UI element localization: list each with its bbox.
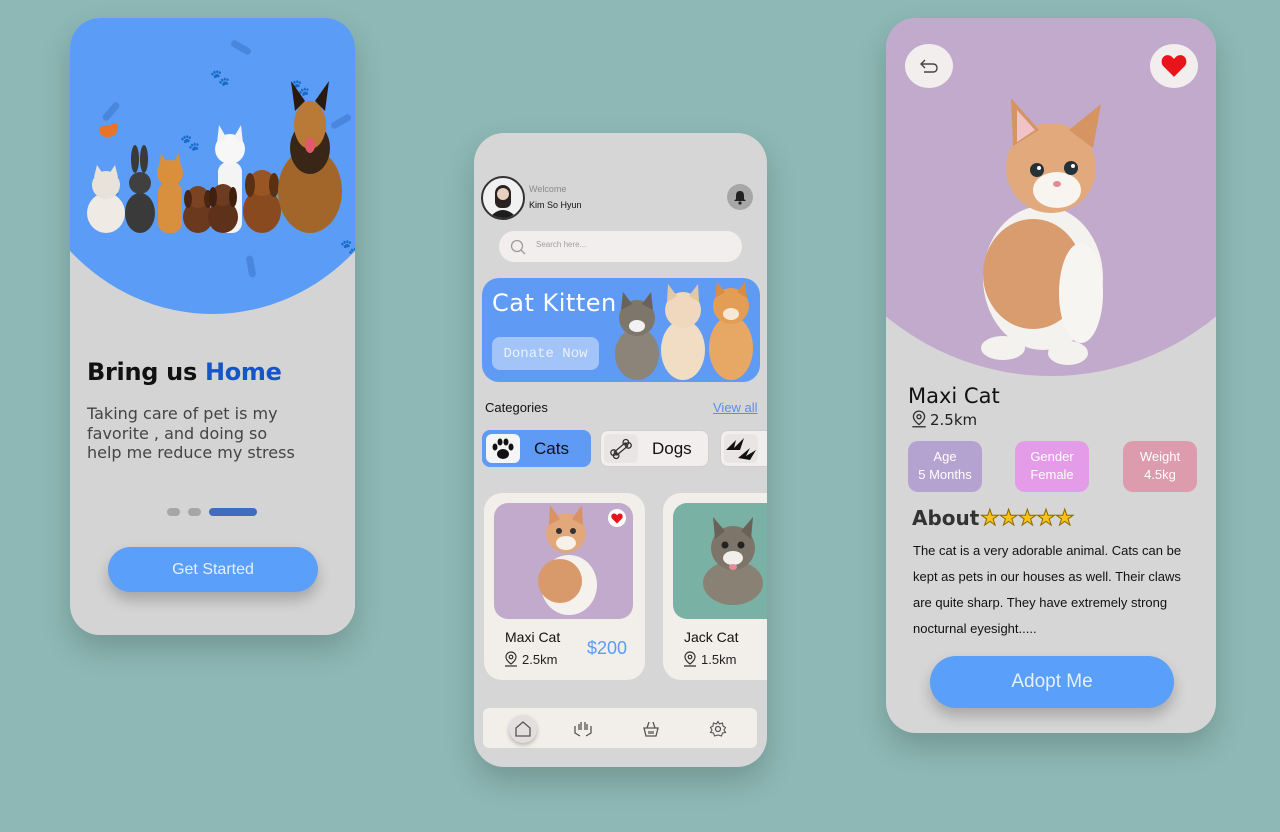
title-prefix: Bring us [87, 358, 197, 386]
location-pin-icon [912, 410, 926, 428]
search-input[interactable]: Search here... [499, 231, 742, 262]
return-arrow-icon [920, 59, 938, 73]
page-indicator [167, 508, 257, 516]
category-cats[interactable]: Cats [482, 430, 591, 467]
donate-now-button[interactable]: Donate Now [492, 337, 599, 370]
kittens-image [615, 282, 753, 380]
pet-price: $200 [587, 638, 628, 658]
back-button[interactable] [905, 44, 953, 88]
title-highlight: Home [204, 358, 282, 386]
heart-icon [1161, 55, 1187, 77]
detail-screen: Maxi Cat 2.5km Age 5 Months Gender Femal… [886, 18, 1216, 733]
pet-card-image [673, 503, 767, 619]
welcome-label: Welcome [529, 184, 567, 194]
hero-image: 🐾 🐾 🐾 🐾 🐾 🐾 🐾 [70, 18, 355, 314]
stat-gender: Gender Female [1015, 441, 1089, 492]
heart-icon[interactable] [608, 509, 626, 527]
pet-card[interactable]: Maxi Cat 2.5km $200 [484, 493, 645, 680]
view-all-link[interactable]: View all [713, 400, 758, 415]
adopt-me-button[interactable]: Adopt Me [930, 656, 1174, 708]
page-dot[interactable] [167, 508, 180, 516]
pet-distance: 2.5km [522, 652, 558, 667]
bone-icon [604, 434, 638, 463]
stat-weight: Weight 4.5kg [1123, 441, 1197, 492]
rating-stars: ★★★★★ [980, 505, 1076, 531]
stat-label: Age [933, 449, 957, 464]
category-label: Dogs [652, 438, 692, 458]
pet-location: 2.5km [503, 651, 557, 668]
avatar[interactable] [481, 176, 525, 220]
bell-icon[interactable] [727, 184, 753, 210]
category-label: Cats [534, 438, 569, 458]
pet-location: 1.5km [682, 651, 736, 668]
stat-value: 4.5kg [1144, 467, 1176, 482]
hands-icon[interactable] [569, 715, 597, 743]
onboarding-description: Taking care of pet is my favorite , and … [87, 404, 295, 462]
get-started-button[interactable]: Get Started [108, 547, 318, 592]
kitten-image [981, 98, 1103, 365]
stat-value: 5 Months [918, 467, 972, 482]
categories-label: Categories [485, 400, 548, 415]
pet-name: Maxi Cat [908, 384, 1000, 408]
banner-title: Cat Kitten [492, 289, 617, 317]
paw-icon [486, 434, 520, 463]
about-heading: About [912, 506, 980, 530]
stat-value: Female [1030, 467, 1074, 482]
pet-name: Jack Cat [684, 629, 739, 645]
search-icon [510, 239, 526, 255]
pet-distance: 1.5km [701, 652, 737, 667]
home-screen: Welcome Kim So Hyun Search here... Cat K… [474, 133, 767, 767]
basket-icon[interactable] [637, 715, 665, 743]
search-placeholder: Search here... [536, 240, 587, 249]
location-pin-icon [684, 651, 696, 667]
pet-description: The cat is a very adorable animal. Cats … [913, 543, 1182, 636]
onboarding-title: Bring us Home [87, 358, 282, 386]
page-dot[interactable] [188, 508, 201, 516]
bottom-nav [483, 708, 757, 748]
pet-card[interactable]: Jack Cat 1.5km [663, 493, 767, 680]
pet-distance: 2.5km [930, 410, 978, 429]
gear-icon[interactable] [704, 715, 732, 743]
home-icon[interactable] [509, 715, 537, 743]
promo-banner[interactable]: Cat Kitten Donate Now [482, 278, 760, 382]
favorite-button[interactable] [1150, 44, 1198, 88]
birds-icon [724, 434, 758, 463]
location-pin-icon [505, 651, 517, 667]
stat-label: Gender [1030, 449, 1074, 464]
onboarding-screen: 🐾 🐾 🐾 🐾 🐾 🐾 🐾 [70, 18, 355, 635]
user-name: Kim So Hyun [529, 200, 582, 210]
stat-label: Weight [1139, 449, 1181, 464]
stat-age: Age 5 Months [908, 441, 982, 492]
pet-location: 2.5km [910, 410, 977, 429]
category-birds[interactable] [720, 430, 767, 467]
page-dot-active[interactable] [209, 508, 257, 516]
pet-name: Maxi Cat [505, 629, 561, 645]
category-dogs[interactable]: Dogs [600, 430, 709, 467]
